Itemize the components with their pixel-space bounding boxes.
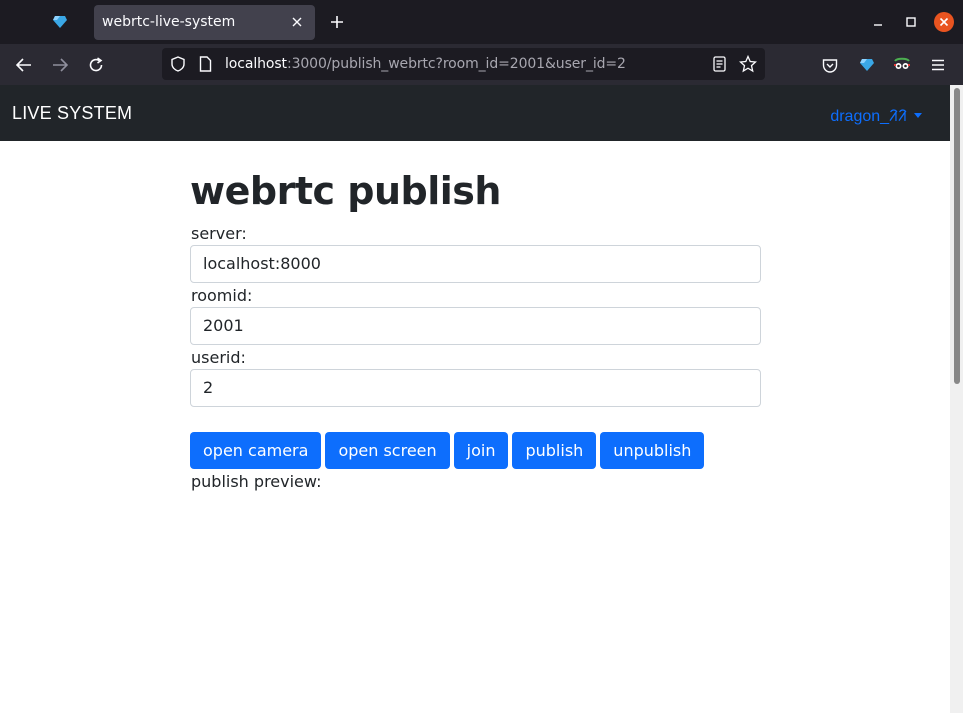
- gem-icon[interactable]: [50, 12, 70, 32]
- url-path: :3000/publish_webrtc?room_id=2001&user_i…: [286, 56, 626, 72]
- url-text: localhost:3000/publish_webrtc?room_id=20…: [225, 56, 626, 72]
- userid-input[interactable]: 2: [190, 369, 761, 407]
- pocket-icon[interactable]: [819, 54, 841, 76]
- close-icon[interactable]: [289, 14, 305, 30]
- reload-icon[interactable]: [85, 54, 107, 76]
- scrollbar-thumb[interactable]: [954, 88, 960, 384]
- window-close-icon[interactable]: [934, 12, 954, 32]
- open-camera-button[interactable]: open camera: [190, 432, 322, 469]
- unpublish-button[interactable]: unpublish: [600, 432, 705, 469]
- open-screen-button[interactable]: open screen: [325, 432, 450, 469]
- chevron-down-icon: [914, 112, 922, 118]
- url-host: localhost: [225, 56, 287, 72]
- reader-icon[interactable]: [713, 56, 727, 72]
- preview-area: [190, 497, 761, 697]
- browser-toolbar: localhost:3000/publish_webrtc?room_id=20…: [0, 44, 963, 85]
- app-navbar: LIVE SYSTEM dragon_ᱤᱤ: [0, 85, 950, 141]
- star-icon[interactable]: [738, 54, 758, 73]
- page-title: webrtc publish: [190, 169, 501, 213]
- server-label: server:: [191, 224, 247, 243]
- browser-tab-bar: webrtc-live-system: [0, 0, 963, 44]
- mask-icon[interactable]: [891, 54, 913, 76]
- publish-button[interactable]: publish: [512, 432, 597, 469]
- user-dropdown[interactable]: dragon_ᱤᱤ: [830, 104, 922, 126]
- preview-label: publish preview:: [191, 472, 322, 491]
- server-input[interactable]: localhost:8000: [190, 245, 761, 283]
- menu-icon[interactable]: [927, 54, 949, 76]
- user-name: dragon_ᱤᱤ: [830, 108, 907, 125]
- back-icon[interactable]: [13, 54, 35, 76]
- roomid-input[interactable]: 2001: [190, 307, 761, 345]
- extension-icon[interactable]: [856, 54, 878, 76]
- url-bar[interactable]: localhost:3000/publish_webrtc?room_id=20…: [162, 48, 765, 80]
- active-tab[interactable]: webrtc-live-system: [94, 5, 315, 40]
- maximize-icon[interactable]: [901, 12, 921, 32]
- brand[interactable]: LIVE SYSTEM: [12, 103, 132, 124]
- roomid-label: roomid:: [191, 286, 253, 305]
- userid-label: userid:: [191, 348, 246, 367]
- minimize-icon[interactable]: [868, 12, 888, 32]
- action-buttons: open camera open screen join publish unp…: [190, 432, 705, 469]
- tab-title: webrtc-live-system: [102, 14, 236, 30]
- page-icon[interactable]: [199, 56, 213, 72]
- shield-icon[interactable]: [170, 56, 186, 72]
- plus-icon[interactable]: [327, 12, 347, 32]
- forward-icon[interactable]: [49, 54, 71, 76]
- join-button[interactable]: join: [453, 432, 509, 469]
